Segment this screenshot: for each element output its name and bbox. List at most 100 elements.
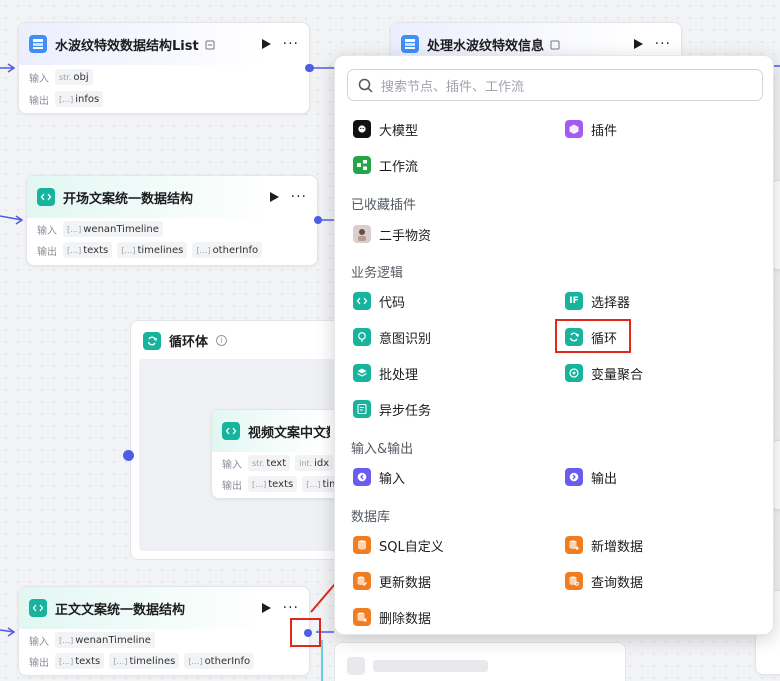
run-node-icon[interactable] bbox=[261, 603, 271, 613]
menu-item-query-data[interactable]: 查询数据 bbox=[565, 569, 643, 593]
output-label: 输出 bbox=[222, 480, 242, 492]
menu-item-label: 新增数据 bbox=[591, 539, 644, 555]
menu-item-delete-data[interactable]: 删除数据 bbox=[353, 605, 431, 629]
avatar bbox=[353, 225, 371, 243]
menu-item-label: 大模型 bbox=[379, 123, 419, 139]
more-options-icon[interactable]: ··· bbox=[283, 37, 299, 51]
intent-icon bbox=[353, 328, 371, 346]
menu-item-intent[interactable]: 意图识别 bbox=[353, 325, 431, 349]
menu-item-add-data[interactable]: 新增数据 bbox=[565, 533, 643, 557]
menu-item-label: 更新数据 bbox=[379, 575, 432, 591]
menu-item-label: 意图识别 bbox=[379, 331, 432, 347]
param-tag: int. idx bbox=[295, 455, 334, 471]
param-tag: […] timelines bbox=[117, 242, 188, 258]
input-icon bbox=[353, 468, 371, 486]
section-title: 业务逻辑 bbox=[351, 266, 404, 281]
menu-item-label: 查询数据 bbox=[591, 575, 644, 591]
param-tag: str. text bbox=[248, 455, 291, 471]
menu-item-plugin[interactable]: 插件 bbox=[565, 117, 617, 141]
more-options-icon[interactable]: ··· bbox=[291, 190, 307, 204]
data-structure-icon bbox=[401, 35, 419, 53]
more-options-icon[interactable]: ··· bbox=[655, 37, 671, 51]
menu-item-async-task[interactable]: 异步任务 bbox=[353, 397, 431, 421]
loop-input-port[interactable] bbox=[123, 450, 134, 461]
menu-item-variable-aggregate[interactable]: 变量聚合 bbox=[565, 361, 643, 385]
loop-icon bbox=[143, 331, 161, 350]
menu-item-selector[interactable]: IF 选择器 bbox=[565, 289, 630, 313]
menu-item-favorite-plugin[interactable]: 二手物资 bbox=[353, 222, 431, 246]
param-tag: str. obj bbox=[55, 69, 93, 85]
menu-item-llm[interactable]: 大模型 bbox=[353, 117, 418, 141]
database-search-icon bbox=[565, 572, 583, 590]
aggregate-icon bbox=[565, 364, 583, 382]
llm-icon bbox=[353, 120, 371, 138]
node-output-row: 输出 […]texts […]time bbox=[212, 474, 340, 494]
batch-icon bbox=[353, 364, 371, 382]
output-label: 输出 bbox=[29, 657, 49, 669]
node-body-struct[interactable]: 正文文案统一数据结构 ··· 输入 […] wenanTimeline 输出 […… bbox=[18, 586, 312, 676]
param-tag: […] wenanTimeline bbox=[55, 632, 155, 648]
node-title: 水波纹特效数据结构List bbox=[55, 38, 199, 54]
node-output-row: 输出 […] texts […] timelines […] otherInfo bbox=[27, 240, 317, 260]
output-icon bbox=[565, 468, 583, 486]
node-title: 处理水波纹特效信息 bbox=[427, 38, 545, 54]
param-tag: […] texts bbox=[248, 476, 298, 492]
code-icon bbox=[222, 422, 240, 440]
workflow-canvas[interactable]: 水波纹特效数据结构List ··· 输入 str. obj 输出 […] infos… bbox=[0, 0, 780, 681]
search-box[interactable]: 搜索节点、插件、工作流 bbox=[347, 69, 763, 101]
output-port[interactable] bbox=[305, 64, 313, 72]
node-header: 水波纹特效数据结构List ··· bbox=[19, 23, 309, 65]
node-input-row: 输入 […] wenanTimeline bbox=[27, 219, 317, 239]
output-label: 输出 bbox=[29, 95, 49, 107]
menu-item-input[interactable]: 输入 bbox=[353, 465, 405, 489]
node-header: 视频文案中文数 bbox=[212, 410, 340, 452]
node-video-text[interactable]: 视频文案中文数 输入 str. text int. idx 输出 […] texts … bbox=[211, 409, 341, 499]
run-node-icon[interactable] bbox=[261, 39, 271, 49]
if-icon: IF bbox=[565, 292, 583, 310]
run-node-icon[interactable] bbox=[269, 192, 279, 202]
param-tag: […] texts bbox=[55, 653, 105, 669]
data-structure-icon bbox=[29, 35, 47, 53]
node-header: 开场文案统一数据结构 ··· bbox=[27, 176, 317, 218]
param-tag: […] timelines bbox=[109, 653, 180, 669]
menu-item-sql-custom[interactable]: SQL自定义 bbox=[353, 533, 444, 557]
plugin-icon bbox=[565, 120, 583, 138]
output-port[interactable] bbox=[314, 216, 322, 224]
menu-item-label: 输入 bbox=[379, 471, 406, 487]
input-label: 输入 bbox=[29, 636, 49, 648]
input-label: 输入 bbox=[37, 225, 57, 237]
menu-item-update-data[interactable]: 更新数据 bbox=[353, 569, 431, 593]
loop-highlight-box bbox=[555, 319, 631, 353]
menu-item-label: 选择器 bbox=[591, 295, 631, 311]
menu-item-label: 代码 bbox=[379, 295, 406, 311]
code-icon bbox=[29, 599, 47, 617]
param-tag: […] otherInfo bbox=[184, 653, 255, 669]
menu-item-label: 插件 bbox=[591, 123, 618, 139]
node-title: 开场文案统一数据结构 bbox=[63, 191, 194, 207]
menu-item-label: 批处理 bbox=[379, 367, 419, 383]
search-input[interactable]: 搜索节点、插件、工作流 bbox=[381, 76, 524, 95]
param-tag: […] infos bbox=[55, 91, 104, 107]
add-node-menu[interactable]: 搜索节点、插件、工作流 大模型 插件 工作流 已收藏插件 二手物资 业务逻辑 代… bbox=[334, 55, 774, 635]
menu-item-label: 输出 bbox=[591, 471, 618, 487]
search-icon bbox=[358, 78, 373, 93]
database-add-icon bbox=[565, 536, 583, 554]
menu-item-code[interactable]: 代码 bbox=[353, 289, 405, 313]
node-ripple-list[interactable]: 水波纹特效数据结构List ··· 输入 str. obj 输出 […] infos bbox=[18, 22, 314, 114]
menu-item-workflow[interactable]: 工作流 bbox=[353, 153, 418, 177]
param-tag: […] texts bbox=[63, 242, 113, 258]
node-opening-struct[interactable]: 开场文案统一数据结构 ··· 输入 […] wenanTimeline 输出 […… bbox=[26, 175, 318, 266]
node-input-row: 输入 str. text int. idx bbox=[212, 453, 340, 473]
menu-item-batch[interactable]: 批处理 bbox=[353, 361, 418, 385]
run-node-icon[interactable] bbox=[633, 39, 643, 49]
menu-item-label: 二手物资 bbox=[379, 228, 432, 244]
menu-item-label: 异步任务 bbox=[379, 403, 432, 419]
plugin-badge-icon bbox=[550, 39, 560, 50]
more-options-icon[interactable]: ··· bbox=[283, 601, 299, 615]
menu-item-label: 变量聚合 bbox=[591, 367, 644, 383]
info-icon[interactable]: i bbox=[216, 335, 228, 346]
menu-item-output[interactable]: 输出 bbox=[565, 465, 617, 489]
database-icon bbox=[353, 536, 371, 554]
node-input-row: 输入 str. obj bbox=[19, 67, 309, 87]
workflow-icon bbox=[353, 156, 371, 174]
